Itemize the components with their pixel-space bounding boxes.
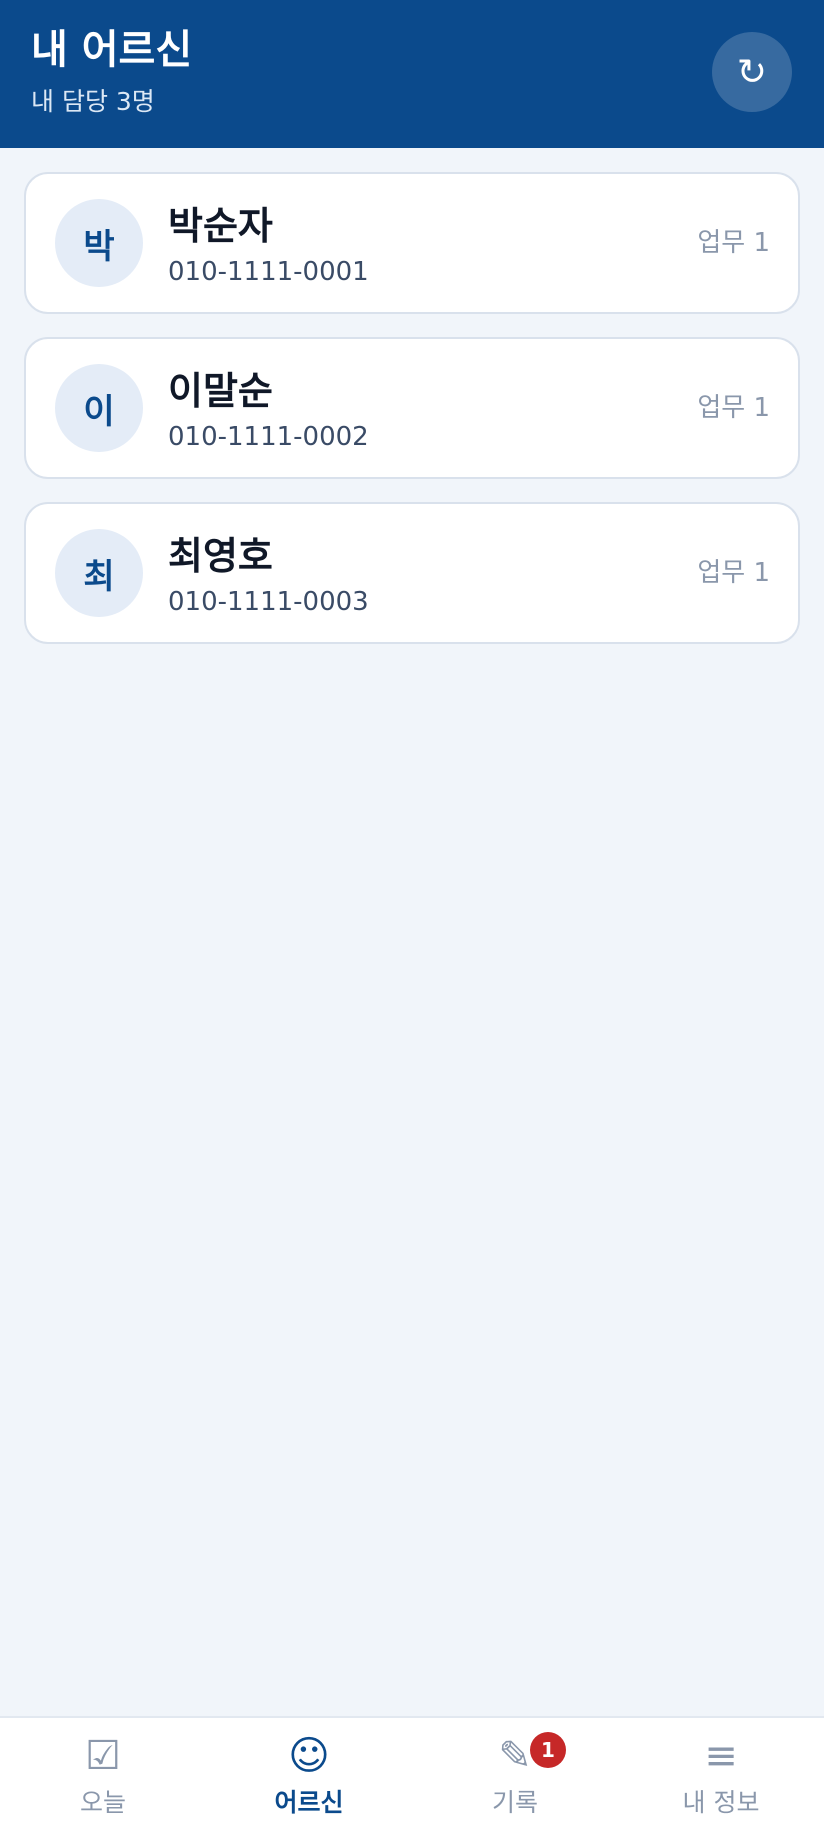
task-count: 업무 1	[697, 393, 770, 423]
checkbox-icon: ☑	[85, 1733, 121, 1779]
senior-phone: 010-1111-0003	[168, 587, 369, 617]
task-count: 업무 1	[697, 558, 770, 588]
assigned-count: 내 담당 3명	[31, 87, 155, 116]
notification-badge: 1	[530, 1732, 566, 1768]
avatar: 최	[55, 529, 143, 617]
menu-icon: ≡	[704, 1733, 738, 1779]
senior-list: 박 박순자 010-1111-0001 업무 1 이 이말순 010-1111-…	[24, 172, 800, 667]
refresh-icon: ↻	[736, 51, 768, 93]
senior-phone: 010-1111-0001	[168, 257, 369, 287]
nav-item-my-info[interactable]: ≡ 내 정보	[618, 1718, 824, 1830]
bottom-nav: ☑ 오늘 ☺ 어르신 ✎ 1 기록 ≡ 내 정보	[0, 1716, 824, 1830]
refresh-button[interactable]: ↻	[712, 32, 792, 112]
app-header: 내 어르신 내 담당 3명 ↻	[0, 0, 824, 148]
avatar: 박	[55, 199, 143, 287]
senior-name: 박순자	[168, 204, 273, 248]
nav-label: 내 정보	[682, 1788, 760, 1817]
pencil-icon: ✎	[498, 1733, 532, 1779]
avatar: 이	[55, 364, 143, 452]
senior-phone: 010-1111-0002	[168, 422, 369, 452]
senior-card[interactable]: 박 박순자 010-1111-0001 업무 1	[24, 172, 800, 314]
senior-card[interactable]: 이 이말순 010-1111-0002 업무 1	[24, 337, 800, 479]
nav-label: 기록	[491, 1788, 538, 1817]
nav-label: 어르신	[274, 1788, 344, 1817]
senior-name: 최영호	[168, 534, 273, 578]
nav-label: 오늘	[79, 1788, 126, 1817]
smiley-icon: ☺	[288, 1733, 330, 1779]
page-title: 내 어르신	[31, 27, 193, 73]
nav-item-seniors[interactable]: ☺ 어르신	[206, 1718, 412, 1830]
nav-item-records[interactable]: ✎ 1 기록	[412, 1718, 618, 1830]
task-count: 업무 1	[697, 228, 770, 258]
senior-card[interactable]: 최 최영호 010-1111-0003 업무 1	[24, 502, 800, 644]
senior-name: 이말순	[168, 369, 273, 413]
nav-item-today[interactable]: ☑ 오늘	[0, 1718, 206, 1830]
